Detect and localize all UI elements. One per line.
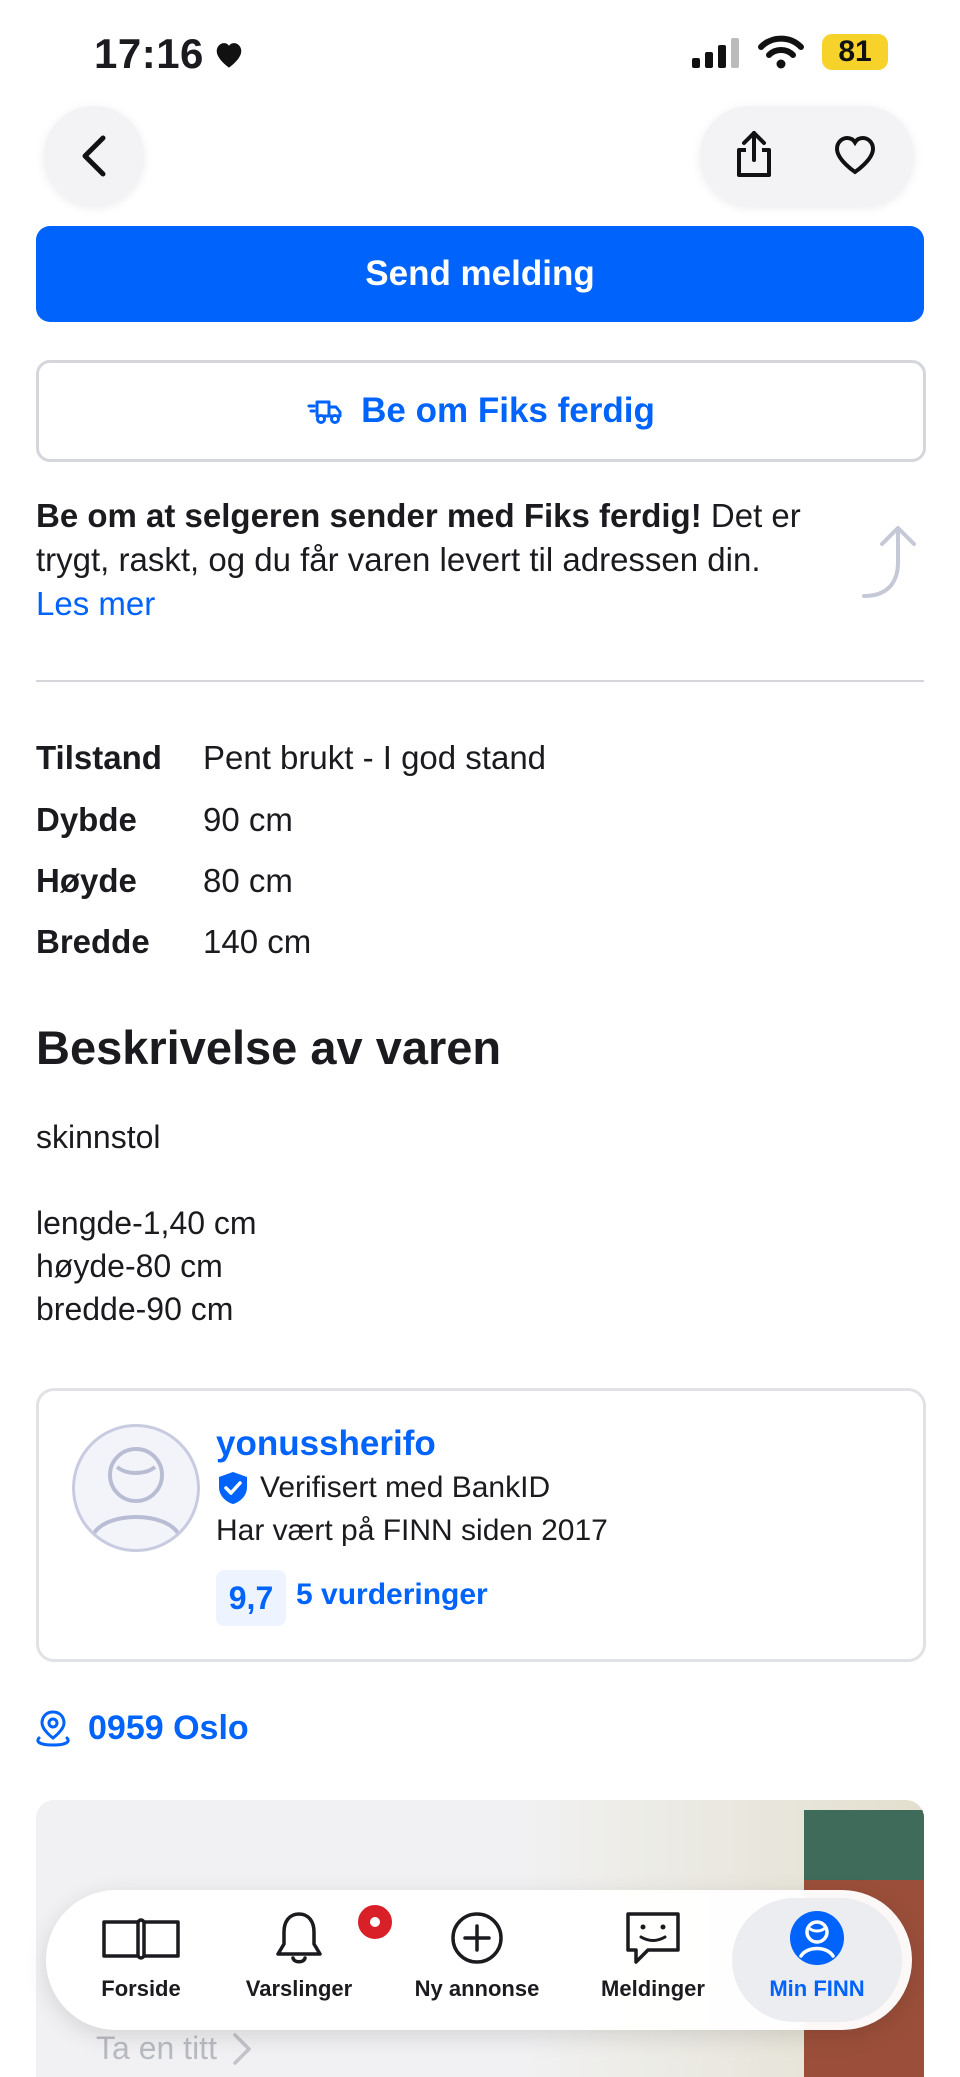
heart-filled-icon — [216, 43, 242, 68]
chat-icon — [626, 1912, 680, 1964]
spec-value: 140 cm — [203, 923, 312, 960]
tab-label: Meldinger — [601, 1976, 705, 2001]
wifi-icon — [758, 35, 804, 69]
spec-key: Tilstand — [36, 739, 162, 776]
promo-bold: Be om at selgeren sender med Fiks ferdig… — [36, 497, 702, 534]
heart-outline-icon — [834, 135, 876, 174]
fiks-ferdig-info: Be om at selgeren sender med Fiks ferdig… — [36, 494, 836, 626]
spec-row: Bredde 140 cm — [36, 922, 311, 962]
seller-name[interactable]: yonussherifo — [216, 1424, 436, 1464]
spec-value: 90 cm — [203, 801, 293, 838]
clock: 17:16 — [94, 30, 204, 77]
bell-icon — [276, 1912, 322, 1964]
battery-indicator: 81 — [822, 34, 888, 70]
favorite-button[interactable] — [830, 132, 880, 181]
rating-score: 9,7 — [216, 1570, 286, 1626]
chevron-right-icon — [233, 2032, 251, 2065]
verified-label: Verifisert med BankID — [260, 1471, 551, 1504]
description-heading: Beskrivelse av varen — [36, 1021, 502, 1074]
curved-arrow-icon — [862, 526, 916, 598]
verified-shield-icon — [219, 1472, 247, 1504]
fiks-ferdig-label: Be om Fiks ferdig — [361, 391, 655, 430]
verified-badge: Verifisert med BankID — [216, 1470, 550, 1506]
location-label: 0959 Oslo — [88, 1708, 249, 1747]
spec-value: Pent brukt - I god stand — [203, 739, 547, 776]
user-icon — [790, 1911, 844, 1965]
spec-row: Dybde 90 cm — [36, 800, 293, 840]
share-button[interactable] — [734, 130, 774, 183]
delivery-truck-icon — [307, 400, 342, 424]
share-icon — [737, 130, 771, 177]
status-time: 17:16 — [94, 30, 246, 78]
tab-varslinger[interactable]: Varslinger — [224, 1902, 395, 2002]
tab-label: Min FINN — [769, 1976, 865, 2001]
tab-label: Ny annonse — [414, 1976, 540, 2001]
plus-circle-icon — [451, 1912, 503, 1964]
location-pin-icon — [36, 1710, 70, 1747]
read-more-link[interactable]: Les mer — [36, 585, 155, 622]
status-indicators: 81 — [692, 34, 888, 70]
reviews-link[interactable]: 5 vurderinger — [296, 1578, 488, 1612]
signal-icon — [692, 38, 739, 68]
spec-key: Bredde — [36, 923, 150, 960]
spec-row: Tilstand Pent brukt - I god stand — [36, 738, 546, 778]
banner-cta[interactable]: Ta en titt — [96, 2030, 253, 2067]
spec-key: Dybde — [36, 801, 137, 838]
tab-label: Forside — [101, 1976, 181, 2001]
back-button[interactable] — [44, 106, 144, 206]
user-placeholder-icon — [91, 1447, 181, 1537]
tab-ny-annonse[interactable]: Ny annonse — [402, 1908, 552, 2002]
divider — [36, 680, 924, 682]
tab-min-finn[interactable]: Min FINN — [742, 1908, 892, 2002]
description-body: skinnstol lengde-1,40 cm høyde-80 cm bre… — [36, 1119, 257, 1327]
avatar — [72, 1424, 200, 1552]
chevron-left-icon — [82, 135, 106, 177]
tab-forside[interactable]: Forside — [66, 1908, 216, 2002]
tab-label: Varslinger — [245, 1976, 353, 2001]
notification-badge — [355, 1902, 395, 1942]
spec-value: 80 cm — [203, 862, 293, 899]
banner-cta-label: Ta en titt — [96, 2030, 217, 2066]
tab-meldinger[interactable]: Meldinger — [578, 1908, 728, 2002]
member-since: Har vært på FINN siden 2017 — [216, 1514, 608, 1547]
location-link[interactable]: 0959 Oslo — [34, 1708, 249, 1748]
book-icon — [102, 1918, 180, 1960]
top-actions — [700, 106, 914, 206]
spec-key: Høyde — [36, 862, 137, 899]
fiks-ferdig-button[interactable]: Be om Fiks ferdig — [36, 360, 926, 462]
spec-row: Høyde 80 cm — [36, 861, 293, 901]
send-message-button[interactable]: Send melding — [36, 226, 924, 322]
